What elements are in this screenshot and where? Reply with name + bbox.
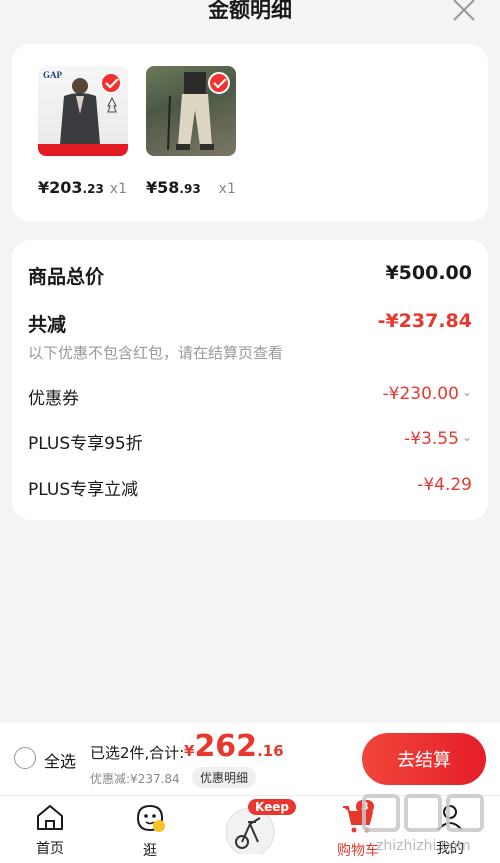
reduction-note-row: 以下优惠不包含红包，请在结算页查看 [28, 342, 472, 364]
product-price: ¥58.93 x1 [146, 178, 236, 197]
goods-total-value: ¥500.00 [385, 262, 472, 284]
product-item[interactable]: GAP ¥203.23 x1 [38, 66, 130, 197]
discount-value[interactable]: -¥230.00 ⌄ [383, 384, 473, 404]
chevron-down-icon[interactable]: ⌄ [462, 430, 472, 444]
goods-total-label: 商品总价 [28, 266, 105, 288]
chevron-down-icon[interactable]: ⌄ [462, 385, 472, 399]
home-icon [37, 805, 63, 830]
products-card: GAP ¥203.23 x1 ¥58.93 x1 [12, 44, 488, 222]
checkout-button[interactable]: 去结算 [362, 733, 486, 785]
header: 金额明细 [0, 0, 500, 34]
goods-total-row: 商品总价 ¥500.00 [28, 262, 472, 290]
product-image[interactable] [146, 66, 236, 156]
discount-row-plus-reduce: PLUS专享立减 -¥4.29 [28, 475, 472, 501]
discount-label: PLUS专享立减 [28, 480, 139, 500]
discount-detail-button[interactable]: 优惠明细 [192, 767, 257, 788]
tab-label: 逛 [143, 843, 157, 859]
tab-label: 首页 [36, 841, 64, 857]
checkout-bar: 全选 已选2件,合计: ¥262.16 优惠减:¥237.84 优惠明细 去结算 [0, 723, 500, 795]
watermark-text: zhizhizhi.com [376, 838, 471, 854]
discount-label: 优惠券 [28, 389, 79, 409]
discount-value: -¥4.29 [417, 475, 472, 495]
discount-row-coupon[interactable]: 优惠券 -¥230.00 ⌄ [28, 384, 472, 410]
price-summary-card: 商品总价 ¥500.00 共减 -¥237.84 以下优惠不包含红包，请在结算页… [12, 240, 488, 520]
tab-home[interactable]: 首页 [10, 802, 90, 858]
stroll-icon [136, 804, 165, 832]
selected-count: 已选2件,合计: [90, 744, 185, 762]
product-price: ¥203.23 x1 [38, 178, 127, 197]
discount-label: PLUS专享95折 [28, 434, 143, 454]
keep-badge: Keep [248, 799, 296, 815]
discount-row-plus95[interactable]: PLUS专享95折 -¥3.55 ⌄ [28, 429, 472, 455]
reduction-row: 共减 -¥237.84 [28, 310, 472, 338]
product-image[interactable]: GAP [38, 66, 128, 156]
page-title: 金额明细 [208, 0, 292, 22]
product-item[interactable]: ¥58.93 x1 [146, 66, 238, 197]
selected-check-icon[interactable] [100, 72, 122, 94]
close-icon[interactable] [450, 0, 478, 24]
product-qty: x1 [218, 181, 236, 197]
reduction-value: -¥237.84 [377, 310, 472, 332]
selected-check-icon[interactable] [208, 72, 230, 94]
discount-summary: 优惠减:¥237.84 [90, 772, 180, 786]
select-all-label[interactable]: 全选 [44, 748, 76, 772]
reduction-label: 共减 [28, 314, 67, 336]
tab-stroll[interactable]: 逛 [110, 802, 190, 860]
select-all-radio[interactable] [14, 747, 36, 769]
discount-value[interactable]: -¥3.55 ⌄ [404, 429, 472, 449]
total-price: ¥262.16 [184, 729, 284, 764]
product-qty: x1 [109, 181, 127, 197]
reduction-note: 以下优惠不包含红包，请在结算页查看 [28, 344, 284, 362]
